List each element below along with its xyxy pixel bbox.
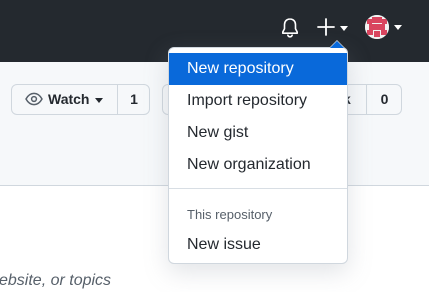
menu-item-import-repository[interactable]: Import repository	[169, 85, 347, 117]
user-menu-button[interactable]	[365, 15, 405, 41]
avatar	[365, 15, 389, 39]
chevron-down-icon	[394, 25, 402, 30]
watch-label: Watch	[48, 91, 90, 107]
fork-count[interactable]: 0	[367, 85, 402, 114]
menu-divider	[169, 188, 347, 189]
watch-button[interactable]: Watch	[12, 85, 118, 114]
create-new-menu: New repository Import repository New gis…	[168, 47, 348, 264]
plus-icon	[317, 18, 335, 36]
chevron-down-icon	[340, 26, 348, 31]
menu-item-new-gist[interactable]: New gist	[169, 117, 347, 149]
description-placeholder-text: ebsite, or topics	[0, 272, 112, 289]
eye-icon	[25, 92, 43, 106]
menu-item-new-issue[interactable]: New issue	[169, 229, 347, 261]
watch-button-group: Watch 1	[11, 84, 150, 115]
create-new-button[interactable]	[316, 16, 350, 40]
menu-item-new-organization[interactable]: New organization	[169, 149, 347, 181]
bell-icon[interactable]	[280, 17, 300, 39]
watch-count[interactable]: 1	[118, 85, 150, 114]
chevron-down-icon	[95, 98, 103, 103]
menu-caret-fill	[330, 41, 344, 48]
menu-item-new-repository[interactable]: New repository	[169, 53, 347, 85]
menu-section-header: This repository	[187, 207, 273, 222]
